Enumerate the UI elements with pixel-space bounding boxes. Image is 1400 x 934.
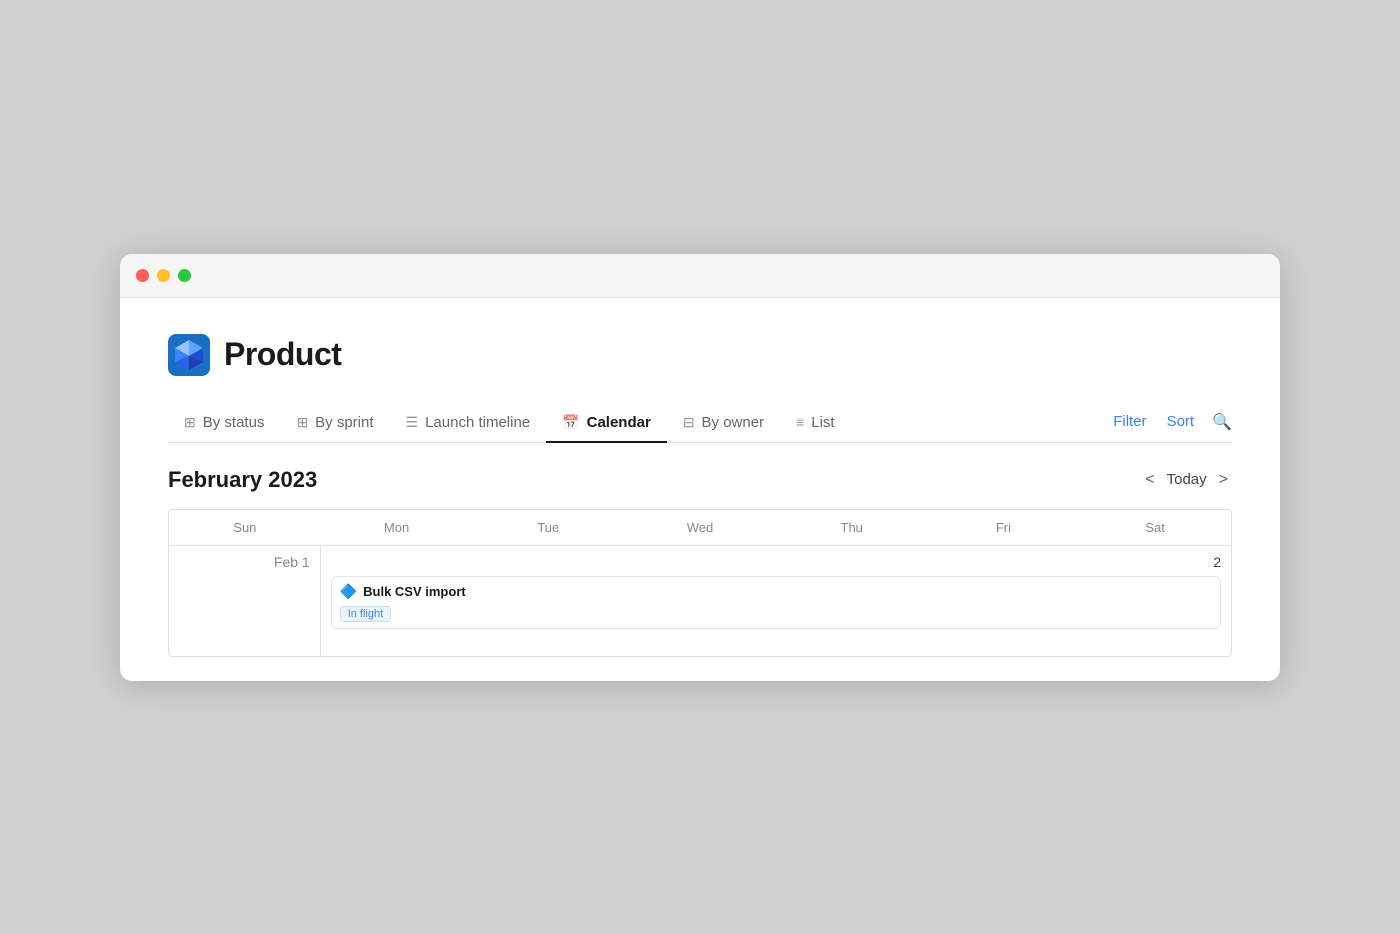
calendar-week-1: Feb 1 2 🔷 Bulk CSV xyxy=(169,546,1231,656)
by-sprint-icon: ⊞ xyxy=(296,414,308,431)
tab-by-status[interactable]: ⊞ By status xyxy=(168,404,280,443)
nav-bar: ⊞ By status ⊞ By sprint ☰ Launch timelin… xyxy=(168,404,1232,443)
tab-by-sprint[interactable]: ⊞ By sprint xyxy=(280,404,389,443)
cal-cell-feb1[interactable]: Feb 1 xyxy=(169,546,321,656)
traffic-lights xyxy=(136,269,191,282)
titlebar xyxy=(120,254,1280,298)
app-window: Product ⊞ By status ⊞ By sprint ☰ Launch… xyxy=(120,254,1280,681)
next-month-button[interactable]: > xyxy=(1215,469,1232,491)
nav-tabs: ⊞ By status ⊞ By sprint ☰ Launch timelin… xyxy=(168,404,1111,442)
day-thu: Thu xyxy=(776,510,928,545)
nav-actions: Filter Sort 🔍 xyxy=(1111,409,1232,436)
minimize-button[interactable] xyxy=(157,269,170,282)
by-status-icon: ⊞ xyxy=(184,414,196,431)
calendar-header: February 2023 < Today > xyxy=(168,467,1232,493)
calendar-weeks: Feb 1 2 🔷 Bulk CSV xyxy=(169,546,1231,656)
bulk-csv-title-w1: Bulk CSV import xyxy=(363,584,466,599)
day-sat: Sat xyxy=(1079,510,1231,545)
sort-button[interactable]: Sort xyxy=(1165,409,1197,434)
tab-list[interactable]: ≡ List xyxy=(780,404,851,443)
calendar-days-header: Sun Mon Tue Wed Thu Fri Sat xyxy=(169,510,1231,546)
day-sun: Sun xyxy=(169,510,321,545)
calendar-tab-icon: 📅 xyxy=(562,414,579,431)
list-tab-icon: ≡ xyxy=(796,414,804,430)
search-icon[interactable]: 🔍 xyxy=(1212,412,1232,432)
day-fri: Fri xyxy=(928,510,1080,545)
close-button[interactable] xyxy=(136,269,149,282)
calendar-nav: < Today > xyxy=(1141,469,1232,491)
launch-timeline-icon: ☰ xyxy=(406,414,419,431)
calendar-grid: Sun Mon Tue Wed Thu Fri Sat Feb 1 xyxy=(168,509,1232,657)
calendar-month-title: February 2023 xyxy=(168,467,317,493)
prev-month-button[interactable]: < xyxy=(1141,469,1158,491)
event-bulk-csv-week1[interactable]: 🔷 Bulk CSV import In flight xyxy=(331,576,1221,629)
day-wed: Wed xyxy=(624,510,776,545)
app-title: Product xyxy=(224,336,341,373)
bulk-csv-icon-w1: 🔷 xyxy=(340,583,357,600)
app-header: Product xyxy=(168,334,1232,376)
main-content: Product ⊞ By status ⊞ By sprint ☰ Launch… xyxy=(120,298,1280,681)
bulk-csv-badge-w1: In flight xyxy=(340,606,391,622)
tab-calendar[interactable]: 📅 Calendar xyxy=(546,404,667,443)
cal-cell-week1-mon-to-sat[interactable]: 2 🔷 Bulk CSV import In flight xyxy=(321,546,1231,656)
today-button[interactable]: Today xyxy=(1167,471,1207,488)
day-mon: Mon xyxy=(321,510,473,545)
day-tue: Tue xyxy=(472,510,624,545)
by-owner-icon: ⊟ xyxy=(683,414,695,431)
filter-button[interactable]: Filter xyxy=(1111,409,1148,434)
tab-launch-timeline[interactable]: ☰ Launch timeline xyxy=(390,404,547,443)
tab-by-owner[interactable]: ⊟ By owner xyxy=(667,404,780,443)
maximize-button[interactable] xyxy=(178,269,191,282)
date-feb1: Feb 1 xyxy=(179,554,310,570)
app-logo-icon xyxy=(168,334,210,376)
